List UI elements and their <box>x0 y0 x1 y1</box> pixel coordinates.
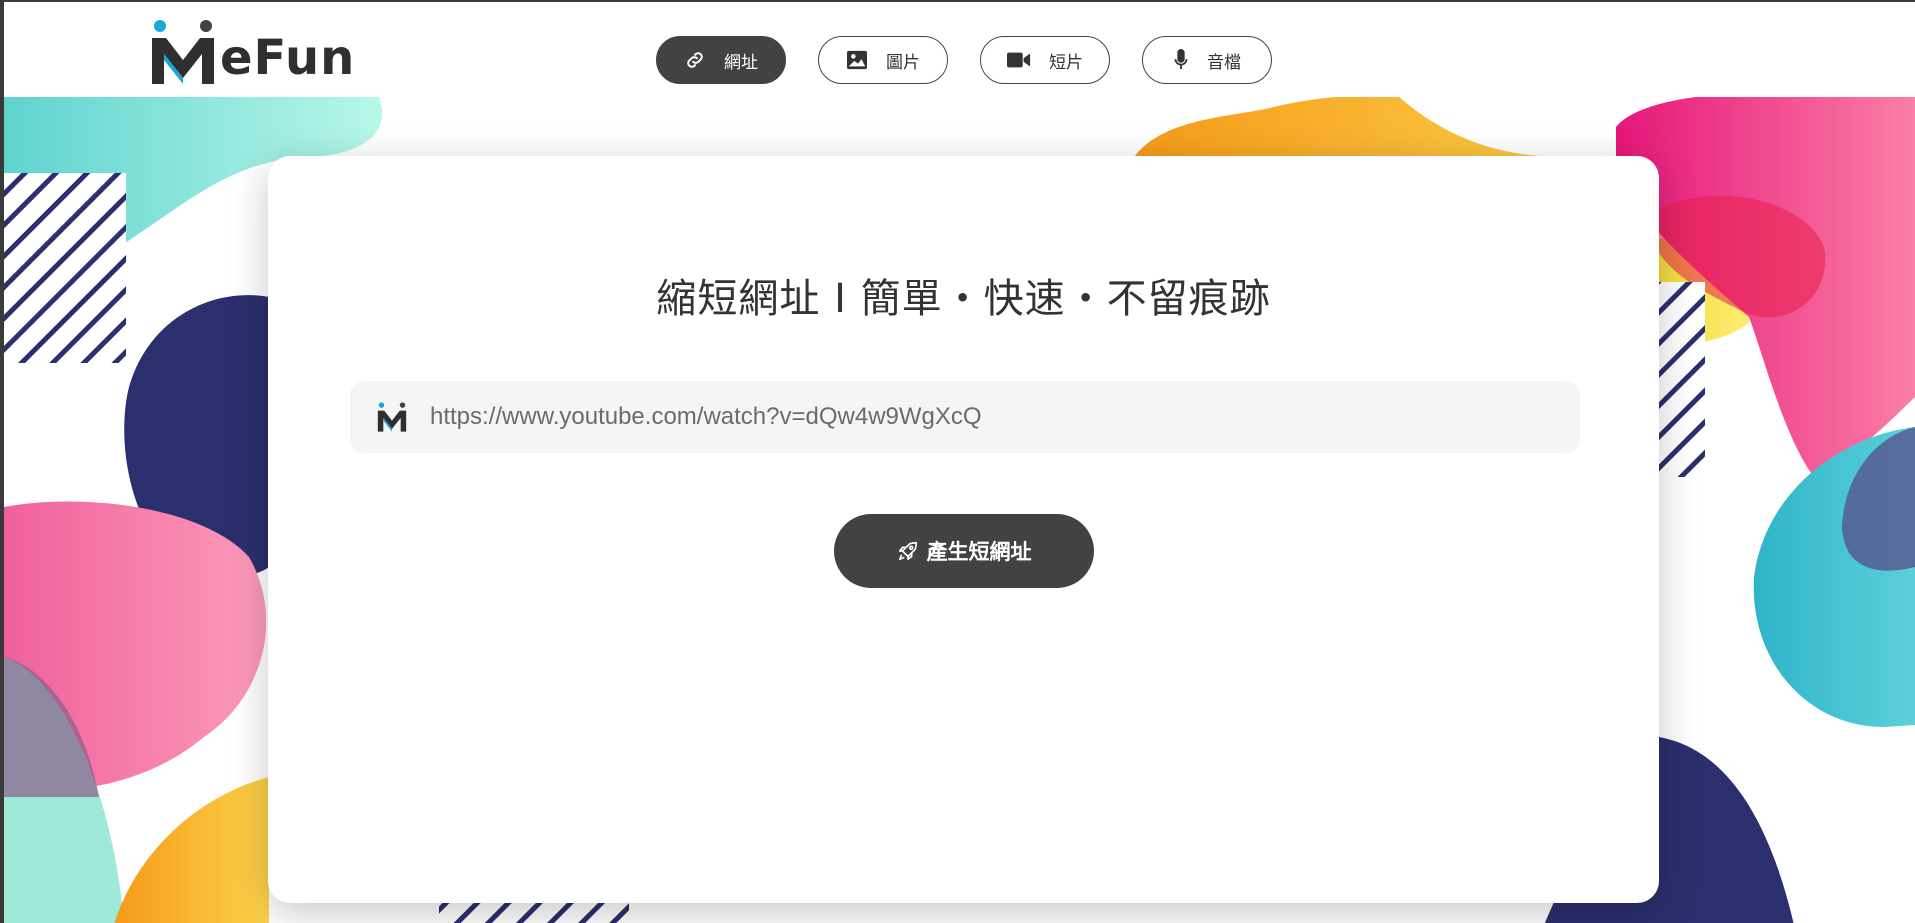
tab-video[interactable]: 短片 <box>980 36 1110 84</box>
shorten-url-card: 縮短網址 I 簡單・快速・不留痕跡 產生短網址 <box>268 156 1659 903</box>
mefun-m-icon <box>377 402 407 432</box>
logo-m-icon <box>152 20 214 84</box>
mefun-logo[interactable]: eFun <box>148 20 355 84</box>
generate-button-label: 產生短網址 <box>926 541 1032 564</box>
url-input-box[interactable] <box>350 381 1580 453</box>
tab-url-label: 網址 <box>724 52 758 73</box>
logo-text: eFun <box>220 30 356 86</box>
tab-url[interactable]: 網址 <box>656 36 786 84</box>
page-title: 縮短網址 I 簡單・快速・不留痕跡 <box>656 276 1271 322</box>
microphone-icon <box>1174 49 1188 70</box>
link-icon <box>687 52 703 68</box>
rocket-icon <box>898 541 917 561</box>
top-header: eFun 網址 圖片 短片 音檔 <box>4 2 1915 97</box>
url-input[interactable] <box>430 403 1530 431</box>
media-type-tabs: 網址 圖片 短片 音檔 <box>656 36 1272 84</box>
tab-audio[interactable]: 音檔 <box>1142 36 1272 84</box>
generate-short-url-button[interactable]: 產生短網址 <box>834 514 1094 588</box>
tab-image-label: 圖片 <box>886 52 920 73</box>
tab-video-label: 短片 <box>1049 52 1083 73</box>
tab-audio-label: 音檔 <box>1207 52 1241 73</box>
tab-image[interactable]: 圖片 <box>818 36 948 84</box>
image-icon <box>847 50 867 70</box>
video-icon <box>1007 52 1031 68</box>
